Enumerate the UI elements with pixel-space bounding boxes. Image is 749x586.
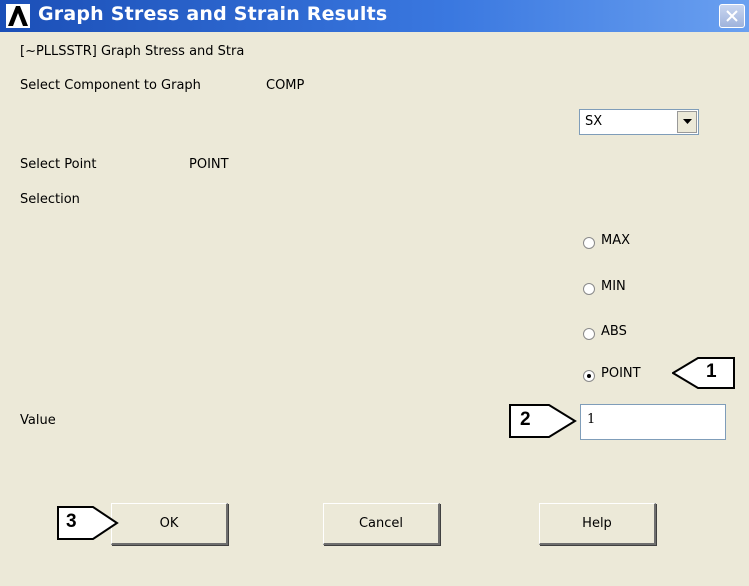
radio-label: POINT [601, 366, 641, 381]
cancel-button[interactable]: Cancel [323, 503, 440, 545]
radio-button[interactable] [583, 237, 595, 249]
chevron-down-icon [683, 119, 692, 124]
component-selected-value: SX [585, 114, 603, 129]
ansys-logo-icon [6, 4, 30, 28]
ok-button[interactable]: OK [111, 503, 228, 545]
component-select[interactable]: SX [579, 109, 699, 135]
value-input-text: 1 [587, 412, 596, 427]
radio-button[interactable] [583, 328, 595, 340]
help-button[interactable]: Help [539, 503, 656, 545]
radio-label: MIN [601, 279, 626, 294]
close-button[interactable] [719, 4, 745, 28]
callout-1: 1 [671, 357, 736, 389]
callout-3: 3 [57, 506, 119, 540]
value-label: Value [20, 413, 56, 428]
callout-number: 2 [520, 409, 531, 430]
radio-label: MAX [601, 233, 631, 248]
component-label: Select Component to Graph [20, 78, 201, 93]
selection-label: Selection [20, 192, 80, 207]
value-input[interactable]: 1 [580, 404, 726, 440]
window-title: Graph Stress and Strain Results [38, 3, 388, 25]
radio-button[interactable] [583, 370, 595, 382]
callout-number: 3 [66, 511, 77, 532]
radio-button[interactable] [583, 283, 595, 295]
close-icon [726, 10, 738, 22]
callout-2: 2 [509, 404, 577, 438]
point-param: POINT [189, 157, 229, 172]
radio-abs[interactable]: ABS [583, 324, 713, 346]
dropdown-arrow-button[interactable] [677, 111, 697, 133]
radio-selected-dot [587, 374, 591, 378]
point-label: Select Point [20, 157, 97, 172]
component-param: COMP [266, 78, 305, 93]
callout-number: 1 [706, 361, 717, 382]
title-bar: Graph Stress and Strain Results [0, 0, 749, 32]
radio-max[interactable]: MAX [583, 233, 713, 255]
radio-label: ABS [601, 324, 627, 339]
command-header: [~PLLSSTR] Graph Stress and Stra [20, 44, 245, 59]
radio-min[interactable]: MIN [583, 279, 713, 301]
